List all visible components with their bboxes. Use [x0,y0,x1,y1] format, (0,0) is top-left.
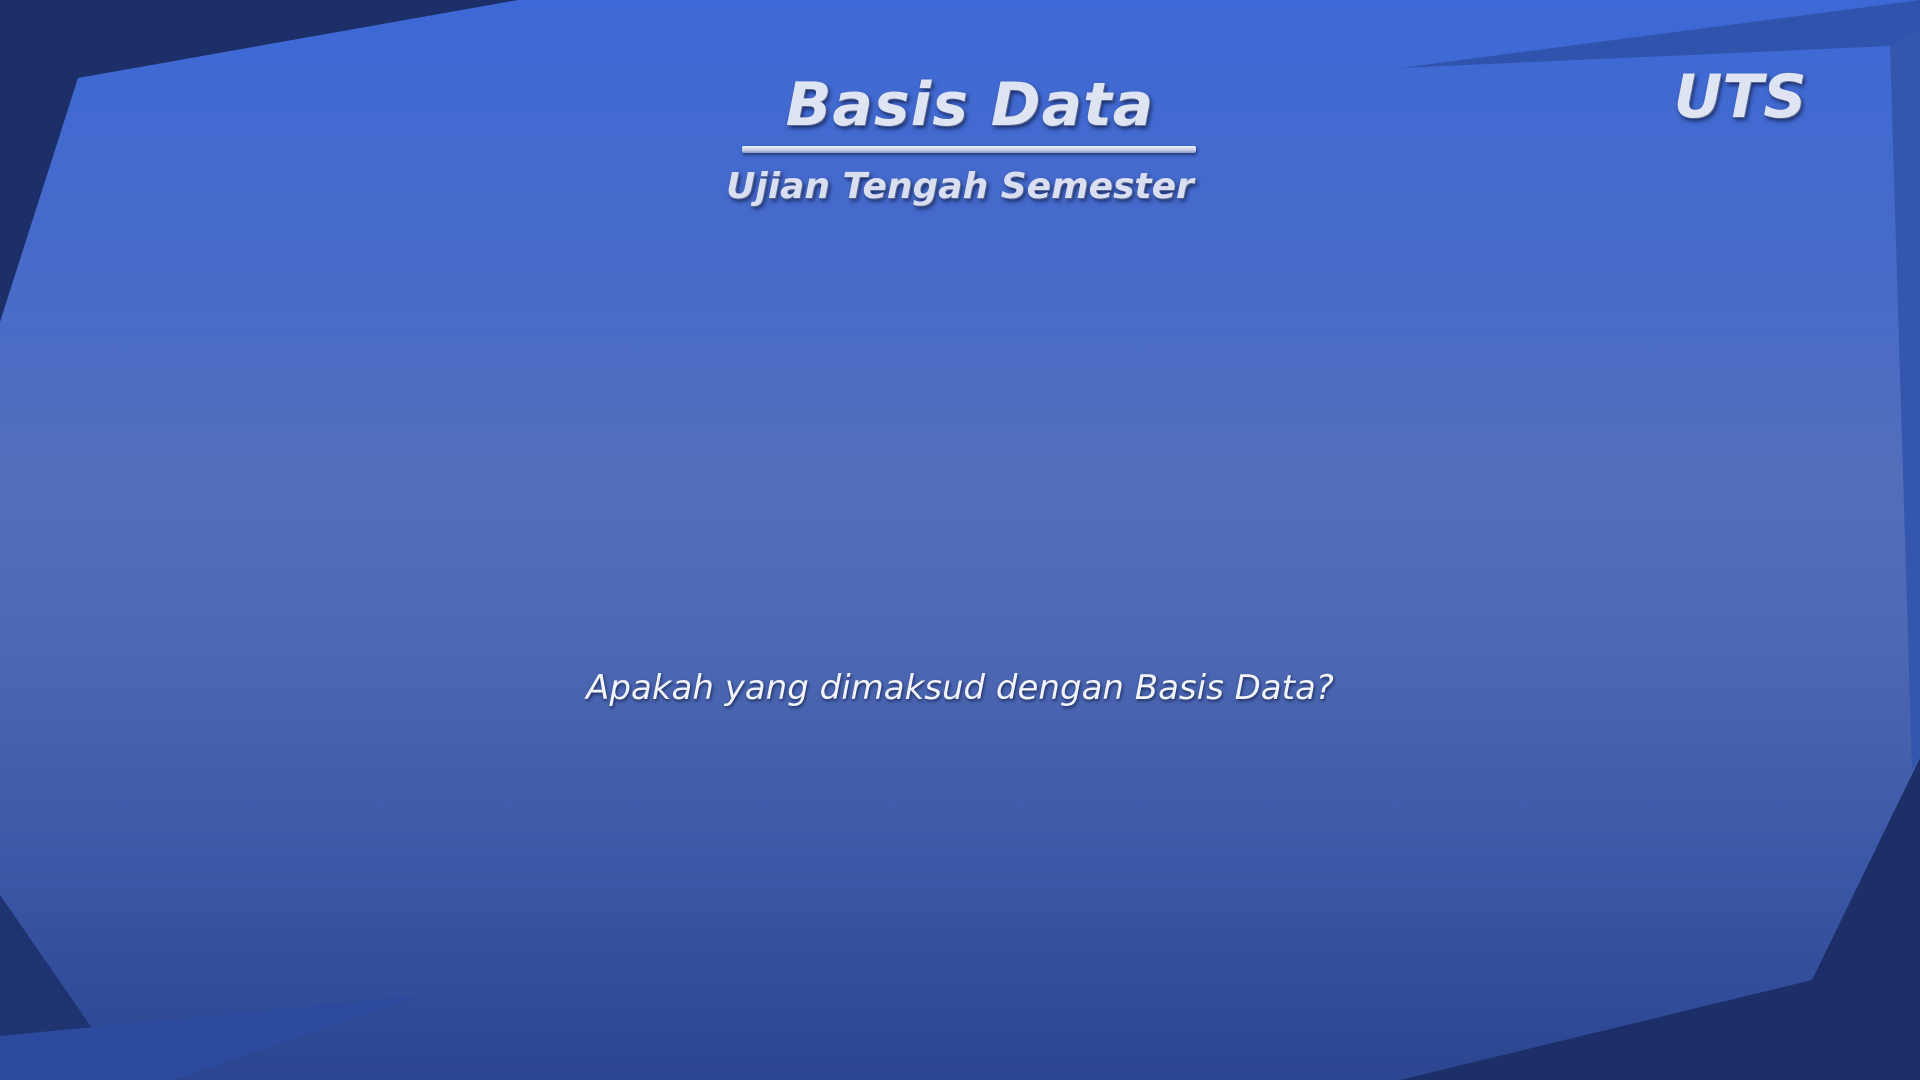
exam-badge: UTS [1673,62,1807,132]
slide-background-panel [0,0,1920,1080]
question-text: Apakah yang dimaksud dengan Basis Data? [586,668,1334,708]
title-underline [742,146,1196,153]
slide-subtitle: Ujian Tengah Semester [726,166,1194,207]
slide-canvas: Basis Data Ujian Tengah Semester UTS Apa… [0,0,1920,1080]
slide-title: Basis Data [785,70,1155,140]
